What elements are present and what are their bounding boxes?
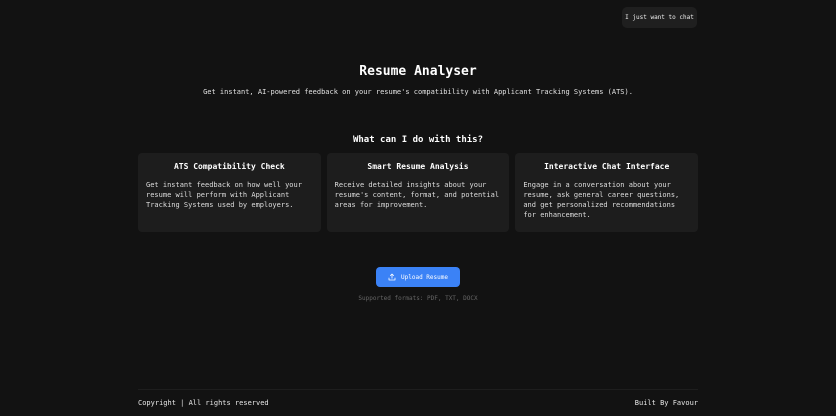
supported-formats-note: Supported formats: PDF, TXT, DOCX <box>358 295 478 302</box>
chat-only-button[interactable]: I just want to chat <box>622 7 697 28</box>
feature-cards: ATS Compatibility Check Get instant feed… <box>138 153 699 232</box>
upload-button-label: Upload Resume <box>401 273 448 281</box>
feature-card-ats: ATS Compatibility Check Get instant feed… <box>138 153 321 232</box>
footer-credit: Built By Favour <box>634 399 698 407</box>
features-heading: What can I do with this? <box>352 135 484 145</box>
upload-resume-button[interactable]: Upload Resume <box>376 267 460 287</box>
page-subtitle: Get instant, AI-powered feedback on your… <box>203 88 633 96</box>
page-title: Resume Analyser <box>359 64 477 79</box>
feature-card-text: Receive detailed insights about your res… <box>334 181 500 209</box>
feature-card-text: Get instant feedback on how well your re… <box>146 181 302 209</box>
upload-icon <box>388 273 396 281</box>
feature-card-analysis: Smart Resume Analysis Receive detailed i… <box>326 153 510 232</box>
feature-card-title: Interactive Chat Interface <box>544 162 670 171</box>
feature-card-title: ATS Compatibility Check <box>173 162 285 171</box>
feature-card-title: Smart Resume Analysis <box>367 162 469 171</box>
feature-card-text: Engage in a conversation about your resu… <box>523 181 680 219</box>
footer-copyright: Copyright | All rights reserved <box>138 399 269 407</box>
footer-divider <box>138 389 698 390</box>
page: I just want to chat Resume Analyser Get … <box>0 0 836 416</box>
feature-card-chat: Interactive Chat Interface Engage in a c… <box>515 153 699 232</box>
